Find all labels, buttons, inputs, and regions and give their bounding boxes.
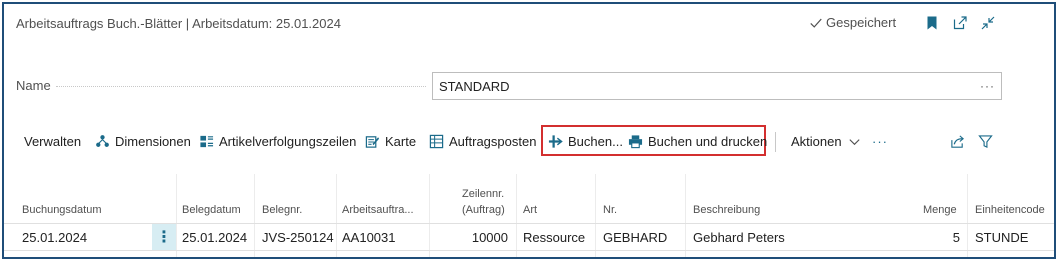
column-divider [254, 174, 255, 257]
field-leader-dots [56, 86, 426, 87]
karte-label: Karte [385, 133, 417, 149]
column-divider [336, 174, 337, 257]
column-divider [967, 174, 968, 257]
saved-label: Gespeichert [826, 15, 897, 30]
buchen-button[interactable]: Buchen... [548, 125, 623, 157]
share-icon [951, 134, 964, 148]
karte-button[interactable]: Karte [365, 125, 416, 157]
verwalten-menu[interactable]: Verwalten [24, 125, 81, 157]
cell-art[interactable]: Ressource [523, 230, 585, 245]
checkmark-icon [810, 18, 822, 28]
name-field-label: Name [16, 78, 51, 93]
col-header-einheitencode[interactable]: Einheitencode [975, 204, 1045, 216]
dimensionen-button[interactable]: Dimensionen [95, 125, 191, 157]
column-divider [429, 174, 430, 257]
cell-zeilennr[interactable]: 10000 [444, 230, 508, 245]
journal-page: Arbeitsauftrags Buch.-Blätter | Arbeitsd… [2, 2, 1056, 259]
action-bar: Verwalten Dimensionen Artikelverfolgungs… [4, 125, 1054, 157]
cell-einheitencode[interactable]: STUNDE [975, 230, 1028, 245]
filter-icon [978, 134, 993, 148]
cell-belegnr[interactable]: JVS-250124 [262, 230, 334, 245]
auftragsposten-label: Auftragsposten [449, 133, 537, 149]
post-print-icon [628, 134, 643, 148]
grid-row-border [4, 250, 1054, 251]
verwalten-label: Verwalten [24, 133, 82, 149]
more-options-label: ··· [872, 133, 888, 149]
dimensions-icon [96, 134, 109, 147]
cell-belegdatum[interactable]: 25.01.2024 [182, 230, 247, 245]
col-header-buchungsdatum[interactable]: Buchungsdatum [22, 204, 102, 216]
action-separator [775, 132, 776, 152]
lookup-button[interactable]: ··· [980, 79, 995, 93]
col-header-beschreibung[interactable]: Beschreibung [693, 204, 760, 216]
cell-nr[interactable]: GEBHARD [603, 230, 667, 245]
col-header-art[interactable]: Art [523, 204, 537, 216]
col-header-nr[interactable]: Nr. [603, 204, 617, 216]
buchen-label: Buchen... [568, 133, 623, 149]
more-options-button[interactable]: ··· [872, 125, 888, 157]
buchen-und-drucken-label: Buchen und drucken [648, 133, 768, 149]
column-divider [595, 174, 596, 257]
column-divider [176, 174, 177, 257]
row-actions-handle[interactable]: ⋮ [152, 224, 176, 250]
name-input[interactable]: STANDARD ··· [432, 72, 1002, 100]
col-header-arbeitsauftrag[interactable]: Arbeitsauftra... [342, 204, 414, 216]
column-divider [516, 174, 517, 257]
name-input-value: STANDARD [439, 78, 510, 94]
auftragsposten-button[interactable]: Auftragsposten [429, 125, 536, 157]
item-tracking-icon [200, 135, 214, 147]
filter-button[interactable] [978, 125, 993, 157]
col-header-menge[interactable]: Menge [923, 204, 957, 216]
col-header-zeilennr-line2[interactable]: (Auftrag) [462, 204, 505, 216]
cell-menge[interactable]: 5 [904, 230, 960, 245]
saved-status: Gespeichert [809, 15, 896, 30]
open-new-window-icon[interactable] [951, 14, 969, 32]
ledger-entries-icon [429, 134, 444, 148]
chevron-down-icon [849, 138, 860, 145]
page-title: Arbeitsauftrags Buch.-Blätter | Arbeitsd… [16, 16, 341, 31]
column-divider [685, 174, 686, 257]
col-header-belegnr[interactable]: Belegnr. [262, 204, 302, 216]
aktionen-menu[interactable]: Aktionen [791, 125, 862, 157]
aktionen-label: Aktionen [791, 133, 842, 149]
card-edit-icon [365, 135, 380, 148]
post-icon [548, 134, 563, 148]
col-header-belegdatum[interactable]: Belegdatum [182, 204, 241, 216]
cell-buchungsdatum[interactable]: 25.01.2024 [22, 230, 87, 245]
artikelverfolgungszeilen-button[interactable]: Artikelverfolgungszeilen [199, 125, 356, 157]
bookmark-icon[interactable] [923, 14, 941, 32]
cell-arbeitsauftrag[interactable]: AA10031 [342, 230, 396, 245]
artikelverfolgungszeilen-label: Artikelverfolgungszeilen [219, 133, 357, 149]
collapse-icon[interactable] [979, 14, 997, 32]
buchen-und-drucken-button[interactable]: Buchen und drucken [628, 125, 767, 157]
col-header-zeilennr-line1[interactable]: Zeilennr. [462, 188, 504, 200]
dimensionen-label: Dimensionen [115, 133, 191, 149]
share-button[interactable] [950, 125, 965, 157]
cell-beschreibung[interactable]: Gebhard Peters [693, 230, 785, 245]
